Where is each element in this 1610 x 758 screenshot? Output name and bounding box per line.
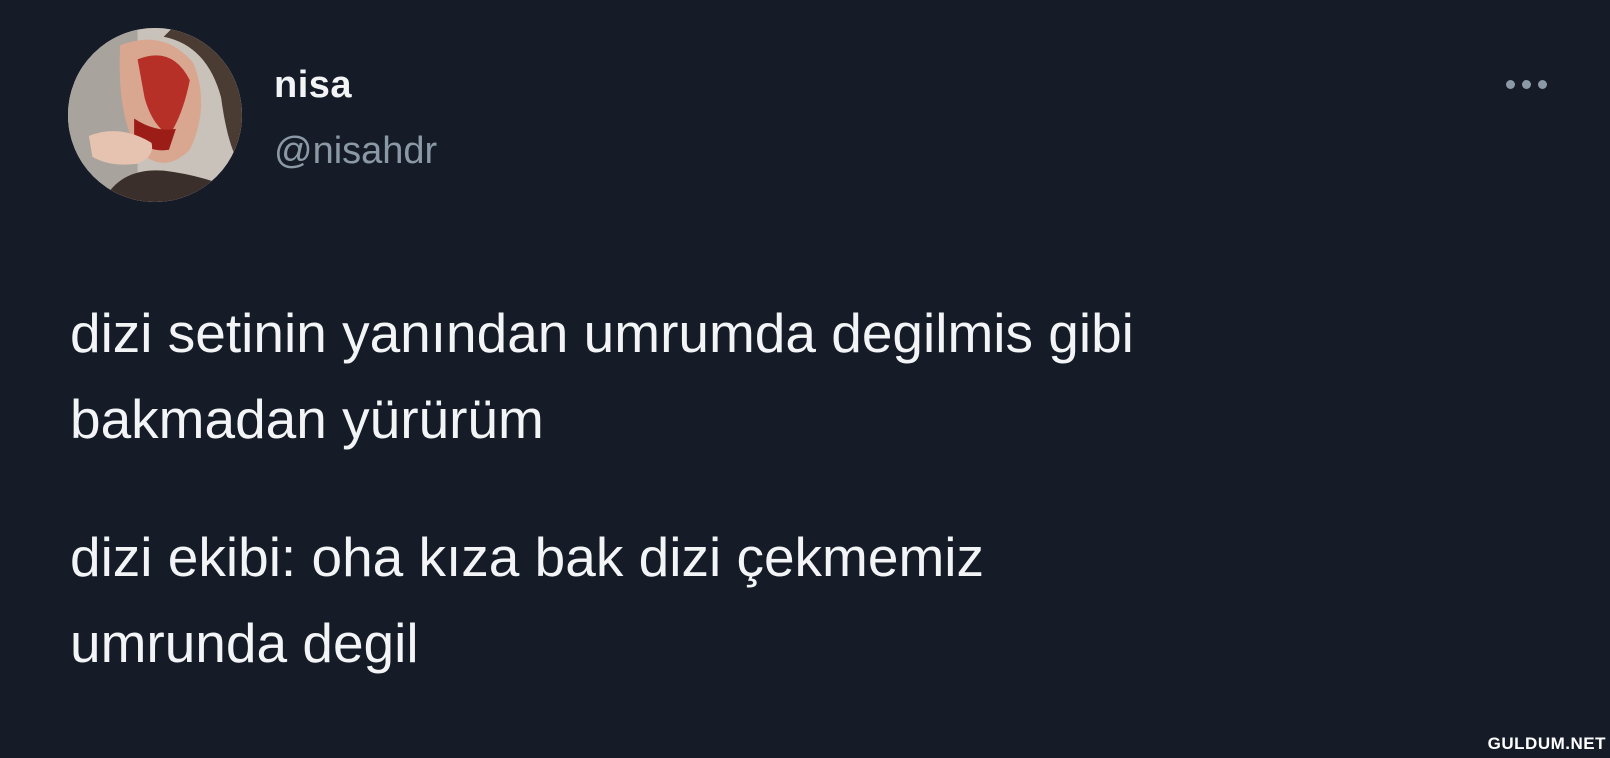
- more-options-icon[interactable]: [1494, 70, 1558, 98]
- avatar-image: [68, 28, 242, 202]
- user-handle[interactable]: @nisahdr: [274, 130, 437, 173]
- more-dot: [1521, 79, 1531, 89]
- tweet-card: nisa @nisahdr dizi setinin yanından umru…: [0, 0, 1610, 758]
- more-dot: [1537, 79, 1547, 89]
- avatar[interactable]: [68, 28, 242, 202]
- tweet-text-paragraph: dizi setinin yanından umrumda degilmis g…: [70, 302, 1134, 450]
- watermark: GULDUM.NET: [1487, 734, 1606, 753]
- tweet-text-paragraph: dizi ekibi: oha kıza bak dizi çekmemiz u…: [70, 526, 984, 674]
- more-dot: [1505, 79, 1515, 89]
- display-name[interactable]: nisa: [274, 64, 352, 107]
